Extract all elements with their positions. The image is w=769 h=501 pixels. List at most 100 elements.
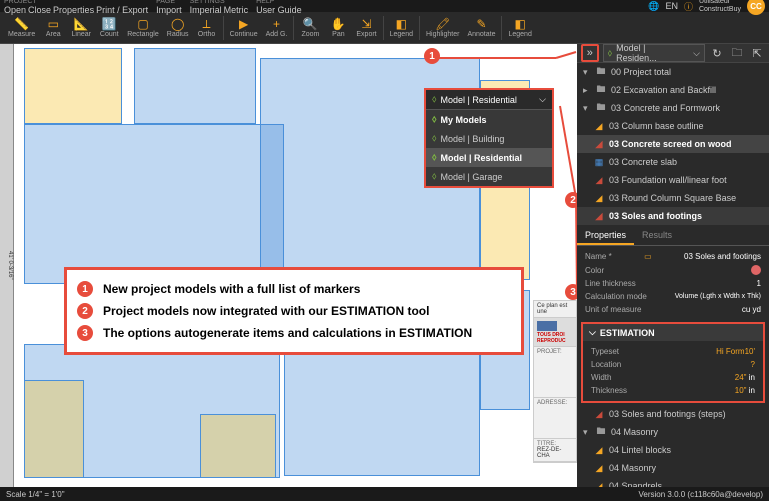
marker-icon: ▦: [593, 156, 605, 168]
tool-count[interactable]: 🔢Count: [95, 15, 123, 40]
folder-icon: 🖿: [595, 102, 607, 114]
marker-icon: ◢: [593, 138, 605, 150]
panel-action-0[interactable]: ↻: [709, 45, 725, 61]
callout-badge-1: 1: [424, 48, 440, 64]
tab-results[interactable]: Results: [634, 227, 680, 245]
tree-item[interactable]: ◢03 Column base outline: [577, 117, 769, 135]
panel-expand-button[interactable]: »: [581, 44, 599, 62]
marker-icon: ⬨: [608, 48, 613, 59]
marker-icon: ◢: [593, 480, 605, 487]
menu-close[interactable]: Close: [28, 5, 51, 15]
menu-open[interactable]: Open: [4, 5, 26, 15]
tree-expand-icon[interactable]: ▾: [583, 67, 591, 78]
tree-item[interactable]: ▸🖿02 Excavation and Backfill: [577, 81, 769, 99]
panel-action-2[interactable]: ⇱: [749, 45, 765, 61]
continue-icon: ▶: [237, 17, 251, 31]
est-location-value[interactable]: ?: [751, 360, 755, 369]
tree-item[interactable]: ▾🖿00 Project total: [577, 63, 769, 81]
model-select[interactable]: ⬨ Model | Residen... ⌵: [603, 44, 705, 62]
status-scale: Scale 1/4" = 1'0": [6, 490, 65, 499]
folder-icon: 🖿: [595, 84, 607, 96]
user-info: Utilisateur ConstructBuy: [699, 0, 741, 14]
marker-icon: ◢: [593, 210, 605, 222]
tool-ortho[interactable]: ⟂Ortho: [193, 15, 221, 40]
tool-highlighter[interactable]: 🖍Highlighter: [422, 15, 463, 40]
dropdown-header: ⬨ My Models: [426, 110, 552, 129]
tool-legend[interactable]: ◧Legend: [504, 15, 535, 40]
menu-imperial[interactable]: Imperial: [190, 5, 222, 15]
tool-radius[interactable]: ◯Radius: [163, 15, 193, 40]
feature-callout-box: 1New project models with a full list of …: [64, 267, 524, 355]
pan-icon: ✋: [331, 17, 345, 31]
drawing-canvas[interactable]: 41' 0-3/16" 1 2 3 ⬨ Model | Residential: [0, 44, 577, 487]
tool-zoom[interactable]: 🔍Zoom: [296, 15, 324, 40]
tree-item[interactable]: ▾🖿03 Concrete and Formwork: [577, 99, 769, 117]
menu-print-export[interactable]: Print / Export: [96, 5, 148, 15]
est-typeset-value[interactable]: Hi Form10': [716, 347, 755, 356]
globe-icon[interactable]: 🌐: [648, 1, 659, 12]
highlighter-icon: 🖍: [436, 17, 450, 31]
tree-expand-icon[interactable]: ▾: [583, 103, 591, 114]
marker-icon: ◢: [593, 192, 605, 204]
sidebar: » ⬨ Model | Residen... ⌵ ↻🗀⇱ ▾🖿00 Projec…: [577, 44, 769, 487]
callout-badge-2: 2: [565, 192, 577, 208]
tree-item[interactable]: ◢04 Lintel blocks: [577, 441, 769, 459]
tree-item[interactable]: ▦03 Concrete slab: [577, 153, 769, 171]
model-dropdown[interactable]: ⬨ Model | Residential ⌵ ⬨ My Models ⬨Mod…: [424, 88, 554, 188]
dropdown-item[interactable]: ⬨Model | Garage: [426, 167, 552, 186]
measure-icon: 📏: [15, 17, 29, 31]
tool-continue[interactable]: ▶Continue: [226, 15, 262, 40]
estimation-section: ⌵ ESTIMATION TypesetHi Form10' Location?…: [581, 322, 765, 403]
tree-item[interactable]: ◢03 Concrete screed on wood: [577, 135, 769, 153]
tree-item[interactable]: ◢03 Foundation wall/linear foot: [577, 171, 769, 189]
chevron-down-icon: ⌵: [539, 94, 546, 105]
tool-measure[interactable]: 📏Measure: [4, 15, 39, 40]
menu-user-guide[interactable]: User Guide: [256, 5, 302, 15]
dropdown-item[interactable]: ⬨Model | Building: [426, 129, 552, 148]
zoom-icon: 🔍: [303, 17, 317, 31]
menu-metric[interactable]: Metric: [224, 5, 249, 15]
ortho-icon: ⟂: [200, 17, 214, 31]
prop-calc-value[interactable]: Volume (Lgth x Wdth x Thk): [675, 293, 761, 300]
tab-properties[interactable]: Properties: [577, 227, 634, 245]
tool-legend[interactable]: ◧Legend: [386, 15, 417, 40]
panel-action-1[interactable]: 🗀: [729, 45, 745, 61]
tree-item[interactable]: ◢04 Masonry: [577, 459, 769, 477]
tool-add-g-[interactable]: +Add G.: [262, 15, 292, 40]
folder-icon: 🖿: [595, 426, 607, 438]
marker-icon: ◢: [593, 408, 605, 420]
menu-properties[interactable]: Properties: [53, 5, 94, 15]
tree-item[interactable]: ◢03 Soles and footings (steps): [577, 405, 769, 423]
info-icon[interactable]: ⓘ: [684, 0, 693, 13]
tool-area[interactable]: ▭Area: [39, 15, 67, 40]
export-icon: ⇲: [360, 17, 374, 31]
tool-annotate[interactable]: ✎Annotate: [463, 15, 499, 40]
color-swatch[interactable]: [751, 265, 761, 275]
marker-icon: ◢: [593, 444, 605, 456]
prop-thickness-value[interactable]: 1: [757, 279, 761, 288]
prop-name-value[interactable]: 03 Soles and footings: [684, 252, 761, 261]
chevron-down-icon: ⌵: [693, 48, 700, 59]
tree-expand-icon[interactable]: ▸: [583, 85, 591, 96]
prop-unit-value[interactable]: cu yd: [742, 305, 761, 314]
tree-item[interactable]: ◢03 Round Column Square Base: [577, 189, 769, 207]
tree-expand-icon[interactable]: ▾: [583, 427, 591, 438]
rectangle-icon: ▢: [136, 17, 150, 31]
tool-export[interactable]: ⇲Export: [352, 15, 380, 40]
tree-item[interactable]: ▾🖿04 Masonry: [577, 423, 769, 441]
tool-pan[interactable]: ✋Pan: [324, 15, 352, 40]
tool-rectangle[interactable]: ▢Rectangle: [123, 15, 163, 40]
lang-label[interactable]: EN: [665, 1, 678, 11]
avatar[interactable]: CC: [747, 0, 765, 15]
legend-icon: ◧: [394, 17, 408, 31]
est-width-value[interactable]: 24": [735, 373, 747, 382]
tree-item[interactable]: ◢04 Spandrels: [577, 477, 769, 487]
marker-icon: ◢: [593, 120, 605, 132]
menu-import[interactable]: Import: [156, 5, 182, 15]
folder-icon: 🖿: [595, 66, 607, 78]
dropdown-item[interactable]: ⬨Model | Residential: [426, 148, 552, 167]
tool-linear[interactable]: 📐Linear: [67, 15, 95, 40]
est-thickness-value[interactable]: 10": [735, 386, 747, 395]
tree-item[interactable]: ◢03 Soles and footings: [577, 207, 769, 225]
chevron-down-icon[interactable]: ⌵: [589, 327, 596, 338]
